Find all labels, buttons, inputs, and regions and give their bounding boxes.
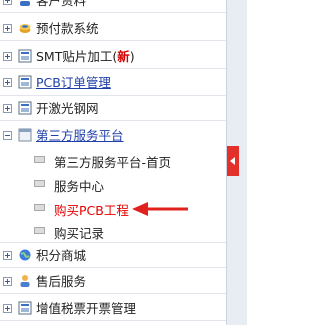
submenu-label: 购买PCB工程 [54, 203, 129, 218]
collapse-icon[interactable] [3, 131, 12, 140]
menu-item-vat-invoice[interactable]: 增值税票开票管理 [0, 297, 226, 320]
window-icon [18, 128, 32, 142]
menu-item-customer[interactable]: 客户资料 [0, 0, 226, 12]
app-icon [18, 75, 32, 89]
submenu-third-party: 第三方服务平台-首页 服务中心 购买PCB工程 购买记录 [0, 148, 226, 242]
menu-item-laser-stencil[interactable]: 开激光钢网 [0, 97, 226, 120]
menu-item-smt[interactable]: SMT贴片加工(新) [0, 45, 226, 68]
customer-icon [20, 1, 30, 6]
menu-item-points-mall[interactable]: 积分商城 [0, 244, 226, 267]
menu-item-third-party[interactable]: 第三方服务平台 [0, 124, 226, 147]
menu-item-label: 客户资料 [36, 0, 87, 8]
app-icon [18, 301, 32, 315]
person-icon [20, 275, 30, 287]
page-icon [34, 180, 45, 187]
new-badge: 新 [117, 49, 130, 64]
page-icon [34, 227, 45, 234]
page-icon [34, 156, 45, 163]
submenu-label: 第三方服务平台-首页 [54, 155, 172, 170]
menu-item-pcb-orders[interactable]: PCB订单管理 [0, 71, 226, 94]
menu-item-label: 增值税票开票管理 [36, 301, 137, 316]
menu-item-label: 开激光钢网 [36, 101, 99, 116]
menu-item-label: SMT贴片加工(新) [36, 49, 135, 64]
expand-icon[interactable] [3, 78, 12, 87]
coins-icon [19, 24, 31, 33]
app-icon [18, 49, 32, 63]
expand-icon[interactable] [3, 52, 12, 61]
expand-icon[interactable] [3, 251, 12, 260]
menu-item-label: 售后服务 [36, 274, 87, 289]
submenu-label: 服务中心 [54, 179, 105, 194]
annotation-arrow-icon [132, 202, 188, 216]
expand-icon[interactable] [3, 277, 12, 286]
menu-item-prepayment[interactable]: 预付款系统 [0, 17, 226, 40]
sidebar-menu: 客户资料 预付款系统 SMT贴片加工(新) PCB订单管理 开激光钢网 第三方服… [0, 0, 226, 325]
expand-icon[interactable] [3, 104, 12, 113]
page-icon [34, 204, 45, 211]
menu-item-label: 积分商城 [36, 248, 87, 263]
expand-icon[interactable] [3, 0, 12, 5]
menu-item-label[interactable]: PCB订单管理 [36, 75, 111, 90]
collapse-sidebar-button[interactable] [227, 146, 239, 176]
menu-item-label[interactable]: 第三方服务平台 [36, 128, 124, 143]
submenu-label: 购买记录 [54, 226, 105, 241]
menu-item-after-sales[interactable]: 售后服务 [0, 270, 226, 293]
menu-item-label: 预付款系统 [36, 21, 99, 36]
expand-icon[interactable] [3, 304, 12, 313]
expand-icon[interactable] [3, 24, 12, 33]
app-icon [18, 101, 32, 115]
globe-icon [19, 249, 31, 261]
